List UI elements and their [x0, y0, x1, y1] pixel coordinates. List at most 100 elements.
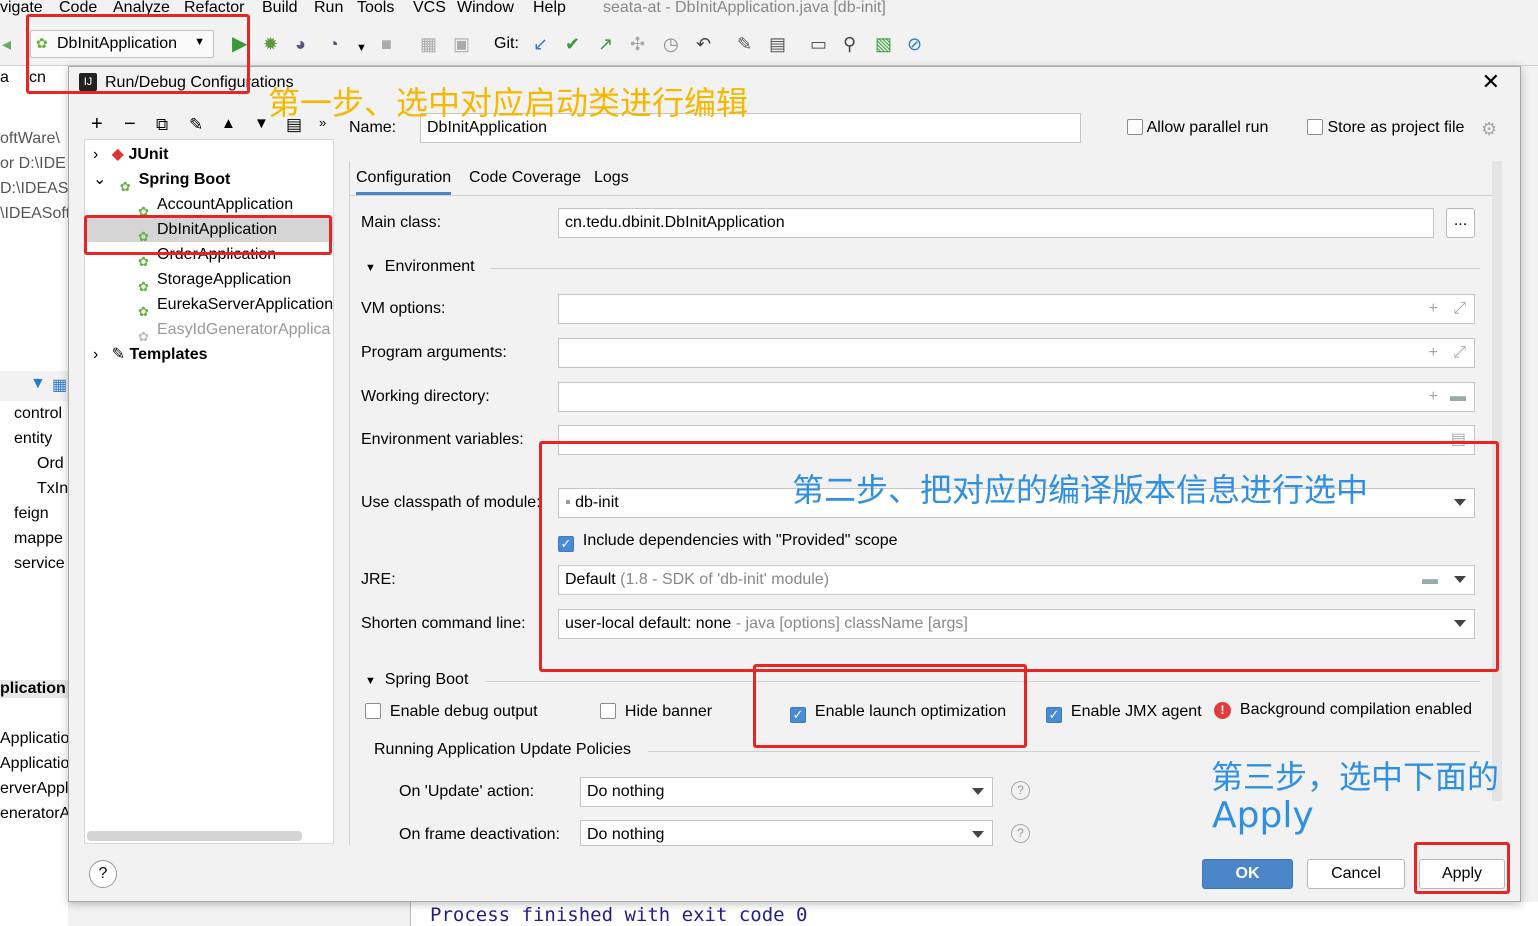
stop-icon[interactable]: ■: [381, 34, 392, 54]
tree-item-account[interactable]: ✿ AccountApplication: [85, 192, 333, 217]
folder-icon[interactable]: ▬: [1450, 383, 1466, 411]
rollback-icon[interactable]: ↶: [696, 34, 711, 54]
checkbox-box[interactable]: [1307, 119, 1323, 135]
include-deps-checkbox[interactable]: ✓ Include dependencies with "Provided" s…: [558, 532, 898, 552]
run-item[interactable]: eneratorA: [0, 805, 68, 823]
checkbox-checked[interactable]: ✓: [790, 707, 806, 723]
run-config-selector[interactable]: ✿ DbInitApplication ▼: [30, 30, 214, 58]
tree-item[interactable]: entity: [0, 430, 68, 448]
tree-item-eureka[interactable]: ✿ EurekaServerApplication: [85, 292, 333, 317]
run-item[interactable]: Applicatio: [0, 755, 68, 773]
help-icon[interactable]: ?: [1011, 781, 1030, 800]
menu-navigate[interactable]: vigate: [0, 0, 43, 17]
enable-jmx-checkbox[interactable]: ✓ Enable JMX agent: [1046, 703, 1202, 723]
menu-tools[interactable]: Tools: [357, 0, 394, 17]
on-update-select[interactable]: Do nothing: [580, 777, 993, 807]
add-icon[interactable]: +: [91, 113, 103, 136]
menu-run[interactable]: Run: [314, 0, 343, 17]
checkbox-checked[interactable]: ✓: [558, 536, 574, 552]
program-args-input[interactable]: + ⤢: [558, 338, 1475, 368]
tree-item-dbinit[interactable]: ✿ DbInitApplication: [85, 217, 333, 242]
menu-analyze[interactable]: Analyze: [113, 0, 170, 17]
move-up-icon[interactable]: ▲: [221, 115, 236, 132]
working-dir-input[interactable]: + ▬: [558, 382, 1475, 412]
checkbox-box[interactable]: [1127, 119, 1143, 135]
tree-scrollbar[interactable]: [87, 831, 302, 841]
tree-item-storage[interactable]: ✿ StorageApplication: [85, 267, 333, 292]
menu-build[interactable]: Build: [262, 0, 298, 17]
project-structure-icon[interactable]: ▤: [769, 34, 786, 54]
menu-code[interactable]: Code: [59, 0, 97, 17]
tree-item[interactable]: mappe: [0, 530, 68, 548]
run-item[interactable]: plication: [0, 680, 68, 698]
history-icon[interactable]: ◷: [663, 34, 679, 54]
config-scrollbar[interactable]: [1492, 161, 1502, 801]
debug-icon[interactable]: ✹: [263, 34, 278, 54]
remove-icon[interactable]: −: [124, 113, 136, 136]
compare-icon[interactable]: ✣: [630, 34, 645, 54]
tree-item[interactable]: service: [0, 555, 68, 573]
enable-launch-checkbox[interactable]: ✓ Enable launch optimization: [790, 703, 1006, 723]
plus-icon[interactable]: +: [1429, 339, 1438, 367]
grid-icon[interactable]: ▦: [52, 375, 67, 395]
tree-item[interactable]: TxIn: [0, 480, 68, 498]
commit-icon[interactable]: ✔: [565, 34, 580, 54]
tree-item[interactable]: control: [0, 405, 68, 423]
folder-icon[interactable]: ▬: [1422, 566, 1438, 594]
env-vars-input[interactable]: ▤: [558, 425, 1475, 455]
back-icon[interactable]: ◂: [2, 34, 11, 54]
push-icon[interactable]: ↗: [598, 34, 613, 54]
ok-button[interactable]: OK: [1202, 859, 1293, 889]
help-button[interactable]: ?: [89, 860, 117, 888]
update-project-icon[interactable]: ↙: [533, 34, 548, 54]
gear-icon[interactable]: ⚙: [1481, 119, 1497, 140]
browse-button[interactable]: ...: [1446, 208, 1475, 238]
edit-list-icon[interactable]: ▤: [1451, 426, 1466, 454]
search-icon[interactable]: ⚲: [843, 34, 856, 54]
profile-icon[interactable]: ◔: [328, 34, 339, 54]
store-project-checkbox[interactable]: Store as project file: [1307, 119, 1464, 137]
build-icon[interactable]: ▦: [420, 34, 437, 54]
menu-refactor[interactable]: Refactor: [184, 0, 244, 17]
menu-help[interactable]: Help: [533, 0, 566, 17]
no-entry-icon[interactable]: ⊘: [907, 34, 922, 54]
terminal-icon[interactable]: ▭: [810, 34, 827, 54]
expand-icon[interactable]: ⤢: [1453, 339, 1466, 367]
run-item[interactable]: erverAppl: [0, 780, 68, 798]
jre-select[interactable]: Default (1.8 - SDK of 'db-init' module) …: [558, 565, 1475, 595]
copy-icon[interactable]: ⧉: [156, 115, 168, 135]
breadcrumb-cn[interactable]: cn: [29, 69, 59, 87]
sync-icon[interactable]: ▣: [453, 34, 470, 54]
tab-logs[interactable]: Logs: [594, 169, 629, 187]
enable-debug-checkbox[interactable]: Enable debug output: [365, 703, 538, 721]
coverage-icon[interactable]: ◕: [295, 34, 306, 54]
spring-boot-toggle[interactable]: ▼ Spring Boot: [365, 671, 468, 689]
help-icon[interactable]: ?: [1011, 824, 1030, 843]
menu-window[interactable]: Window: [457, 0, 514, 17]
shirt-icon[interactable]: ▼: [30, 375, 46, 393]
wrench-icon[interactable]: ✎: [737, 34, 752, 54]
tab-code-coverage[interactable]: Code Coverage: [469, 169, 581, 187]
shorten-select[interactable]: user-local default: none - java [options…: [558, 609, 1475, 639]
tree-item-easyid[interactable]: ✿ EasyIdGeneratorApplica: [85, 317, 333, 342]
wrench-icon[interactable]: ✎: [189, 115, 203, 135]
checkbox-box[interactable]: [600, 703, 616, 719]
environment-toggle[interactable]: ▼ Environment: [365, 258, 475, 276]
menu-vcs[interactable]: VCS: [413, 0, 446, 17]
more-run-icon[interactable]: ▼: [356, 38, 367, 58]
plus-icon[interactable]: +: [1429, 383, 1438, 411]
cancel-button[interactable]: Cancel: [1307, 859, 1405, 889]
tree-item[interactable]: Ord: [0, 455, 68, 473]
move-down-icon[interactable]: ▼: [254, 115, 269, 132]
apply-button[interactable]: Apply: [1419, 859, 1505, 889]
tree-item[interactable]: feign: [0, 505, 68, 523]
vm-options-input[interactable]: + ⤢: [558, 294, 1475, 324]
on-frame-select[interactable]: Do nothing: [580, 820, 993, 846]
expand-icon[interactable]: ⤢: [1453, 295, 1466, 323]
hide-banner-checkbox[interactable]: Hide banner: [600, 703, 712, 721]
tab-configuration[interactable]: Configuration: [356, 169, 452, 195]
checkbox-box[interactable]: [365, 703, 381, 719]
run-icon[interactable]: ▶: [232, 34, 247, 54]
tree-item-order[interactable]: ✿ OrderApplication: [85, 242, 333, 267]
main-class-input[interactable]: cn.tedu.dbinit.DbInitApplication: [558, 208, 1434, 238]
